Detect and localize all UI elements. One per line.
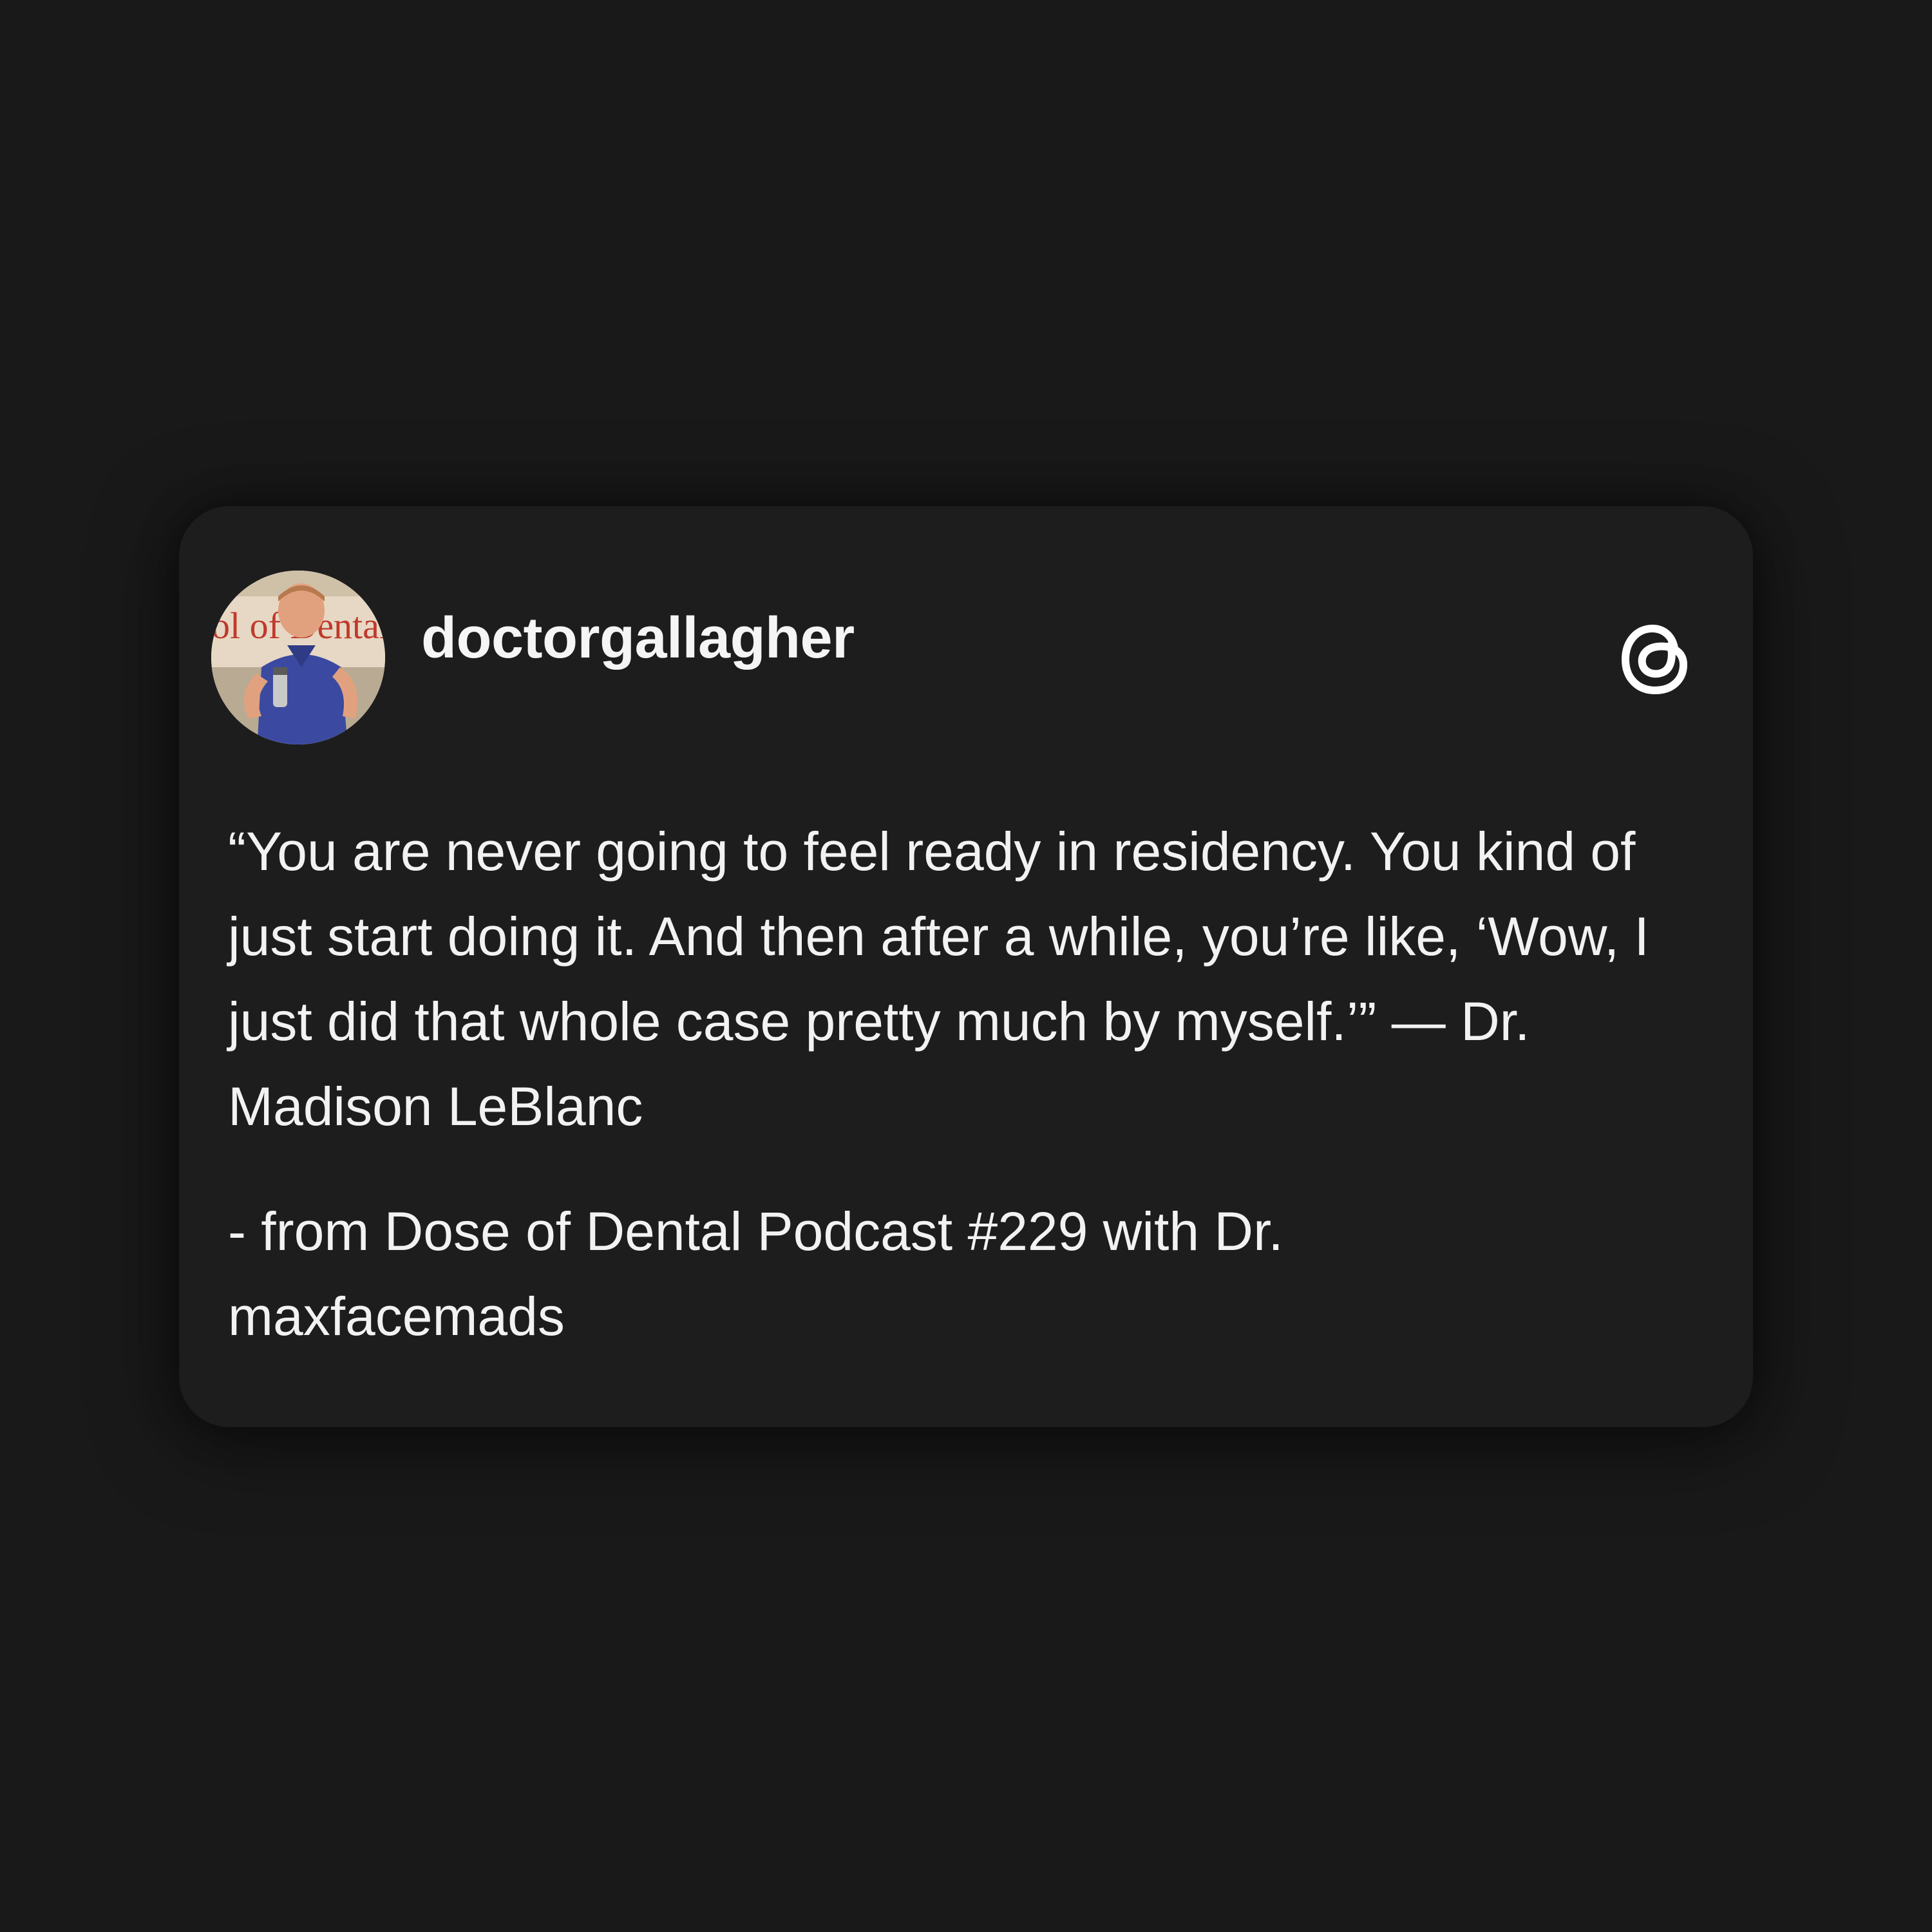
threads-post-card[interactable]: ol of Dental doctorgallagher “You are ne…	[179, 506, 1753, 1427]
post-source-text: - from Dose of Dental Podcast #229 with …	[228, 1201, 1283, 1347]
avatar[interactable]: ol of Dental	[211, 571, 385, 744]
avatar-photo: ol of Dental	[211, 571, 385, 744]
threads-logo-icon[interactable]	[1613, 609, 1696, 706]
username[interactable]: doctorgallagher	[421, 609, 855, 667]
page-background: ol of Dental doctorgallagher “You are ne…	[0, 0, 1932, 1932]
post-body: “You are never going to feel ready in re…	[228, 809, 1709, 1359]
post-quote-text: “You are never going to feel ready in re…	[228, 821, 1649, 1137]
